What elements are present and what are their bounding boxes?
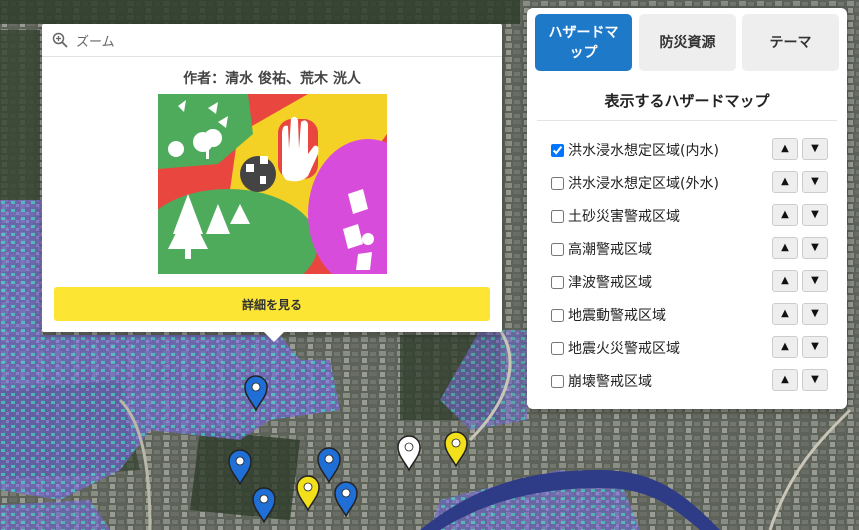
layer-row: 土砂災害警戒区域 ▲ ▼ — [551, 204, 831, 228]
move-down-button[interactable]: ▼ — [802, 336, 828, 358]
forest-area — [0, 30, 40, 200]
forest-area — [0, 0, 520, 24]
move-down-button[interactable]: ▼ — [802, 171, 828, 193]
layer-label: 洪水浸水想定区域(外水) — [568, 176, 719, 192]
layer-row: 高潮警戒区域 ▲ ▼ — [551, 237, 831, 261]
move-down-button[interactable]: ▼ — [802, 369, 828, 391]
tab-label: 防災資源 — [659, 34, 716, 51]
layer-label: 高潮警戒区域 — [568, 242, 652, 258]
move-up-button[interactable]: ▲ — [772, 138, 798, 160]
zoom-label: ズーム — [76, 34, 115, 50]
move-down-button[interactable]: ▼ — [802, 138, 828, 160]
layer-label: 津波警戒区域 — [568, 275, 652, 291]
layer-label: 地震動警戒区域 — [568, 308, 666, 324]
layer-row: 洪水浸水想定区域(内水) ▲ ▼ — [551, 138, 831, 162]
panel-title: 表示するハザードマップ — [604, 92, 770, 110]
layer-checkbox[interactable] — [551, 209, 564, 223]
zoom-link[interactable]: ズーム — [42, 24, 502, 57]
layer-label: 洪水浸水想定区域(内水) — [568, 143, 719, 159]
layer-label: 崩壊警戒区域 — [568, 374, 652, 390]
move-up-button[interactable]: ▲ — [772, 369, 798, 391]
layer-row: 洪水浸水想定区域(外水) ▲ ▼ — [551, 171, 831, 195]
layer-panel: ハザードマップ 防災資源 テーマ 表示するハザードマップ 洪水浸水想定区域(内水… — [527, 8, 847, 409]
layer-checkbox[interactable] — [551, 143, 564, 157]
tab-disaster-resources[interactable]: 防災資源 — [639, 14, 736, 71]
move-down-button[interactable]: ▼ — [802, 237, 828, 259]
layer-row: 崩壊警戒区域 ▲ ▼ — [551, 369, 831, 393]
artwork-author: 作者：清水 俊祐、荒木 洸人 — [183, 71, 361, 87]
move-down-button[interactable]: ▼ — [802, 303, 828, 325]
move-down-button[interactable]: ▼ — [802, 204, 828, 226]
tab-theme[interactable]: テーマ — [742, 14, 839, 71]
layer-checkbox[interactable] — [551, 341, 564, 355]
tab-hazard-map[interactable]: ハザードマップ — [535, 14, 632, 71]
artwork-popup: ズーム 作者：清水 俊祐、荒木 洸人 詳細を見る — [42, 24, 502, 342]
zoom-in-icon — [52, 32, 68, 48]
move-up-button[interactable]: ▲ — [772, 204, 798, 226]
layer-label: 土砂災害警戒区域 — [568, 209, 680, 225]
tab-label: ハザードマップ — [548, 24, 619, 61]
tab-label: テーマ — [769, 34, 812, 51]
move-up-button[interactable]: ▲ — [772, 336, 798, 358]
divider — [537, 120, 837, 121]
layer-checkbox[interactable] — [551, 242, 564, 256]
move-up-button[interactable]: ▲ — [772, 303, 798, 325]
move-up-button[interactable]: ▲ — [772, 171, 798, 193]
layer-row: 津波警戒区域 ▲ ▼ — [551, 270, 831, 294]
layer-row: 地震動警戒区域 ▲ ▼ — [551, 303, 831, 327]
layer-checkbox[interactable] — [551, 176, 564, 190]
move-down-button[interactable]: ▼ — [802, 270, 828, 292]
move-up-button[interactable]: ▲ — [772, 270, 798, 292]
layer-label: 地震火災警戒区域 — [568, 341, 680, 357]
details-button[interactable]: 詳細を見る — [54, 287, 490, 321]
layer-checkbox[interactable] — [551, 308, 564, 322]
layer-checkbox[interactable] — [551, 374, 564, 388]
layer-row: 地震火災警戒区域 ▲ ▼ — [551, 336, 831, 360]
artwork-image — [158, 94, 387, 274]
move-up-button[interactable]: ▲ — [772, 237, 798, 259]
layer-checkbox[interactable] — [551, 275, 564, 289]
